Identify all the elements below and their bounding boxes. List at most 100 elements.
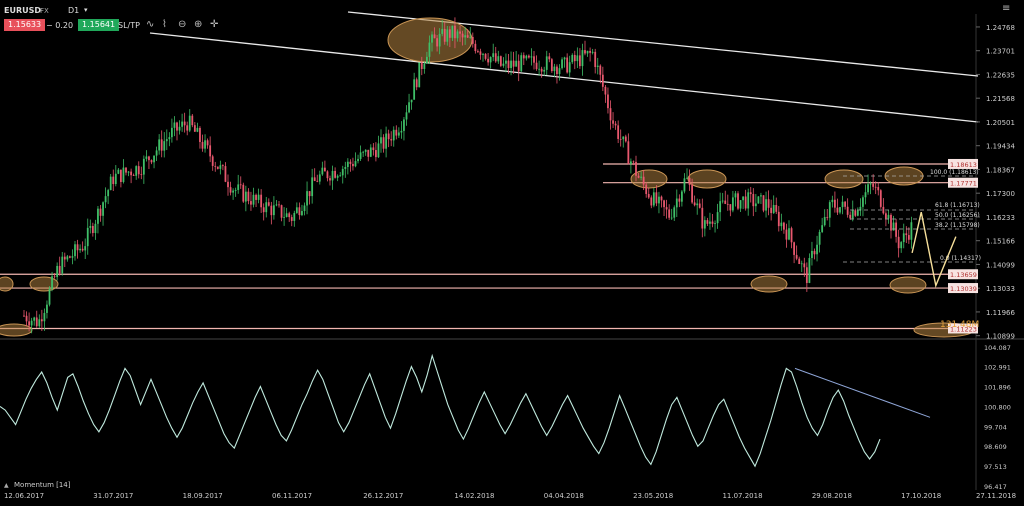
candle-down <box>40 319 43 322</box>
candle-down <box>897 236 900 249</box>
candle-up <box>558 68 561 75</box>
candle-up <box>181 121 183 127</box>
time-tick-label: 04.04.2018 <box>544 492 584 500</box>
candle-down <box>186 125 189 131</box>
candle-up <box>732 197 734 211</box>
time-tick-label: 14.02.2018 <box>454 492 494 500</box>
candle-up <box>79 248 81 251</box>
candle-up <box>864 192 867 198</box>
candle-down <box>907 235 910 240</box>
candle-up <box>451 25 454 38</box>
candle-up <box>482 53 484 55</box>
price-chart[interactable]: 100.0 (1.18613) 61.8 (1.16713) 50.0 (1.1… <box>0 0 1024 506</box>
candle-up <box>520 55 523 72</box>
candle-down <box>454 25 456 39</box>
candle-down <box>499 56 502 66</box>
momentum-trendline <box>794 367 931 418</box>
candle-up <box>823 216 826 226</box>
candle-up <box>856 210 859 216</box>
trendline-lower <box>149 32 979 123</box>
candle-up <box>553 66 556 72</box>
candle-down <box>895 222 897 237</box>
candle-up <box>591 51 594 53</box>
candle-down <box>594 51 597 68</box>
collapse-icon: ▲ <box>4 482 9 489</box>
candle-down <box>25 315 28 322</box>
candle-up <box>765 199 767 211</box>
candle-down <box>260 194 263 208</box>
candle-down <box>879 190 882 207</box>
candle-up <box>303 205 306 212</box>
candle-down <box>589 50 591 53</box>
price-tick-label: 1.14099 <box>986 261 1015 269</box>
candle-up <box>505 60 507 64</box>
candle-up <box>364 149 367 152</box>
candle-up <box>683 178 686 192</box>
time-tick-label: 31.07.2017 <box>93 492 133 500</box>
candle-up <box>418 62 421 88</box>
candle-down <box>905 233 908 236</box>
candle-down <box>706 220 709 224</box>
candle-down <box>222 165 224 167</box>
candle-up <box>696 203 699 206</box>
candle-up <box>380 137 382 144</box>
candle-up <box>178 126 181 131</box>
candle-up <box>56 265 59 278</box>
candle-up <box>155 150 158 156</box>
candle-down <box>390 139 393 141</box>
candle-down <box>255 194 257 200</box>
candle-down <box>140 174 143 176</box>
candle-up <box>142 158 145 175</box>
candle-up <box>84 246 87 251</box>
candle-down <box>23 315 25 317</box>
momentum-tick-label: 96.417 <box>984 483 1007 491</box>
candle-down <box>805 267 808 283</box>
candle-down <box>762 195 765 211</box>
momentum-tick-label: 98.609 <box>984 443 1007 451</box>
price-tick-label: 1.18367 <box>986 166 1015 174</box>
candle-down <box>777 211 780 227</box>
candle-up <box>336 175 339 178</box>
candle-down <box>298 207 301 216</box>
candle-down <box>329 178 331 181</box>
candle-up <box>464 35 467 38</box>
candle-up <box>321 167 324 175</box>
momentum-tick-label: 101.896 <box>984 384 1011 392</box>
candle-down <box>242 184 245 202</box>
ellipse-resistance-4 <box>884 166 924 186</box>
candle-down <box>224 166 227 182</box>
candle-down <box>76 244 79 251</box>
candle-up <box>74 244 76 257</box>
candle-down <box>349 161 352 164</box>
time-tick-label: 26.12.2017 <box>363 492 403 500</box>
candle-down <box>548 56 551 60</box>
candle-up <box>709 221 711 224</box>
price-tick-label: 1.11966 <box>986 309 1015 317</box>
candle-up <box>596 65 599 68</box>
candle-up <box>102 202 104 216</box>
candle-down <box>724 200 727 204</box>
candle-down <box>387 133 390 140</box>
candle-up <box>456 31 459 39</box>
candle-down <box>316 180 319 182</box>
highlight-ellipses <box>0 17 975 338</box>
candle-up <box>902 233 905 243</box>
candle-up <box>772 205 775 214</box>
candle-down <box>216 166 219 169</box>
candle-down <box>775 205 778 212</box>
candle-up <box>168 137 171 140</box>
candle-up <box>716 212 719 224</box>
candle-up <box>910 222 913 240</box>
candle-up <box>851 210 854 219</box>
candle-down <box>729 204 732 211</box>
candle-up <box>165 139 168 142</box>
candle-up <box>153 155 155 163</box>
level-label: 1.13659 <box>950 271 977 279</box>
price-tick-label: 1.20501 <box>986 119 1015 127</box>
price-tick-label: 1.13033 <box>986 285 1015 293</box>
candle-down <box>607 94 609 109</box>
candle-up <box>545 56 548 70</box>
candle-down <box>191 115 194 126</box>
candle-up <box>900 242 903 249</box>
candle-up <box>808 258 811 283</box>
